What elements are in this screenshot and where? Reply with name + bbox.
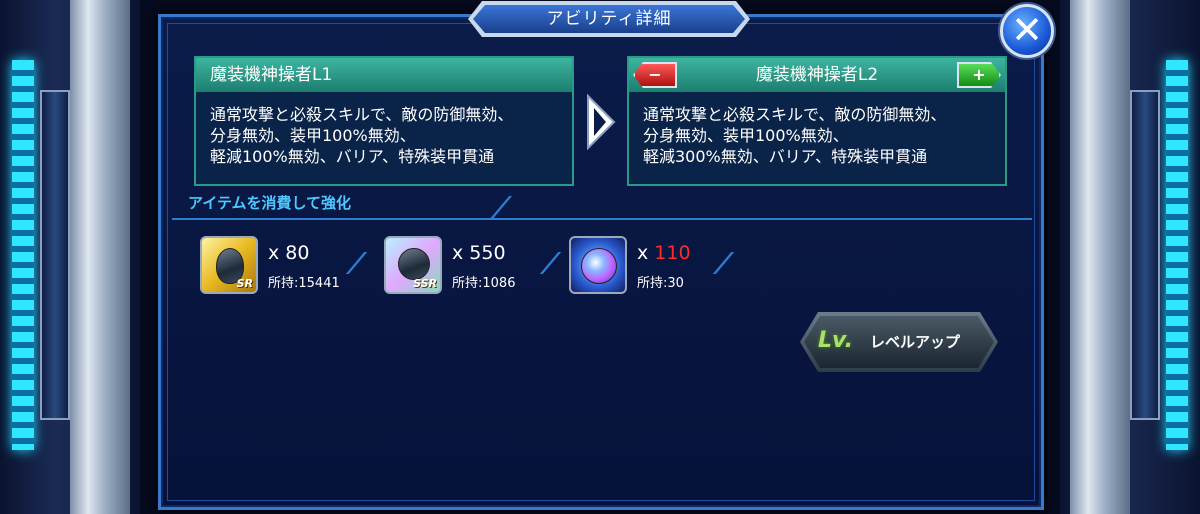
desc-line: 分身無効、装甲100%無効、 <box>643 126 849 145</box>
right-metal-panel <box>1070 0 1130 514</box>
item-owned-count: 所持:30 <box>637 276 684 291</box>
item-slash <box>697 252 735 274</box>
orb-shape <box>581 248 617 284</box>
enhance-section-label: アイテムを消費して強化 <box>188 194 352 212</box>
enhance-divider <box>172 218 1032 220</box>
left-glow-strip <box>12 60 34 450</box>
level-up-icon: Lv. <box>818 328 853 353</box>
item-ssr: SSR x 550 所持:1086 <box>384 236 562 296</box>
level-minus-button[interactable]: − <box>633 62 677 88</box>
left-frame <box>0 0 140 514</box>
level-up-button-inner: Lv. レベルアップ <box>804 316 994 368</box>
desc-line: 軽減100%無効、バリア、特殊装甲貫通 <box>210 147 495 166</box>
item-owned-count: 所持:1086 <box>452 276 516 291</box>
item-owned-count: 所持:15441 <box>268 276 340 291</box>
desc-line: 軽減300%無効、バリア、特殊装甲貫通 <box>643 147 928 166</box>
ssr-gem-icon[interactable]: SSR <box>384 236 442 294</box>
next-ability-description: 通常攻撃と必殺スキルで、敵の防御無効、 分身無効、装甲100%無効、 軽減300… <box>629 92 1005 179</box>
item-orb: x 110 所持:30 <box>569 236 735 296</box>
right-glow-strip <box>1166 60 1188 450</box>
desc-line: 通常攻撃と必殺スキルで、敵の防御無効、 <box>210 105 514 124</box>
level-plus-button[interactable]: + <box>957 62 1001 88</box>
close-icon: ✕ <box>1011 8 1043 52</box>
gem-shape <box>398 248 430 280</box>
next-ability-panel: − 魔装機神操者L2 + 通常攻撃と必殺スキルで、敵の防御無効、 分身無効、装甲… <box>627 56 1007 186</box>
item-rarity: SR <box>236 277 253 290</box>
dialog-title: アビリティ詳細 <box>473 5 745 33</box>
next-ability-header: − 魔装機神操者L2 + <box>629 58 1005 92</box>
current-ability-panel: 魔装機神操者L1 通常攻撃と必殺スキルで、敵の防御無効、 分身無効、装甲100%… <box>194 56 574 186</box>
orb-icon[interactable] <box>569 236 627 294</box>
current-ability-description: 通常攻撃と必殺スキルで、敵の防御無効、 分身無効、装甲100%無効、 軽減100… <box>196 92 572 179</box>
sr-gem-icon[interactable]: SR <box>200 236 258 294</box>
item-required-qty: x 80 <box>268 242 310 264</box>
item-rarity: SSR <box>413 277 437 290</box>
left-metal-panel <box>70 0 130 514</box>
arrow-right-icon <box>587 94 616 150</box>
current-ability-name: 魔装機神操者L1 <box>196 58 572 92</box>
desc-line: 通常攻撃と必殺スキルで、敵の防御無効、 <box>643 105 947 124</box>
next-ability-name: 魔装機神操者L2 <box>755 65 879 85</box>
item-required-qty: x 110 <box>637 242 691 264</box>
item-sr: SR x 80 所持:15441 <box>200 236 368 296</box>
desc-line: 分身無効、装甲100%無効、 <box>210 126 416 145</box>
level-up-label: レベルアップ <box>870 333 961 351</box>
left-slot <box>40 90 70 420</box>
close-button[interactable]: ✕ <box>1000 4 1054 58</box>
right-slot <box>1130 90 1160 420</box>
right-frame <box>1060 0 1200 514</box>
level-up-button[interactable]: Lv. レベルアップ <box>800 312 998 372</box>
item-required-qty: x 550 <box>452 242 506 264</box>
